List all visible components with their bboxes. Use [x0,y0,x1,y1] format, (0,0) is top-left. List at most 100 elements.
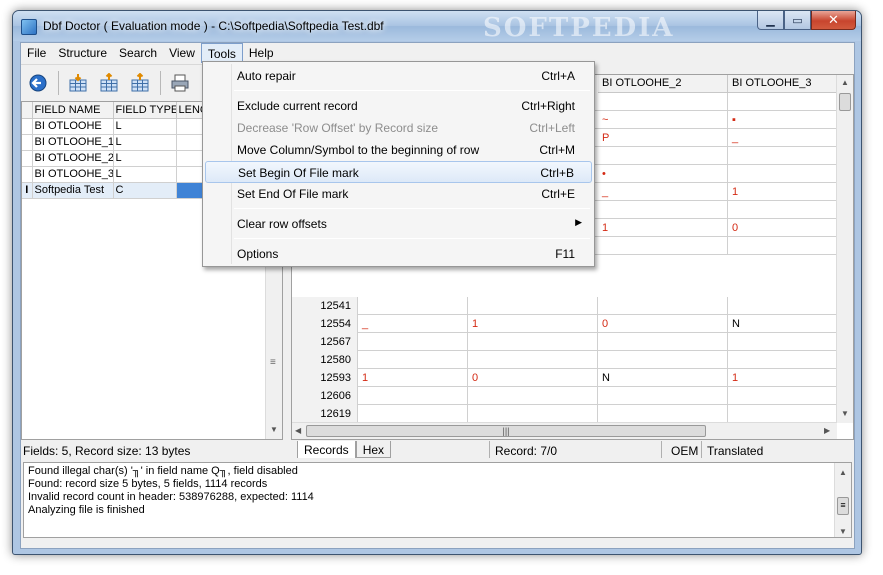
grid-header-col4[interactable]: BI OTLOOHE_3 [728,75,837,93]
grid-cell[interactable] [728,405,837,423]
table-row[interactable]: 12580 [292,351,837,369]
scroll-right-icon[interactable]: ▶ [824,426,830,435]
scroll-down-icon[interactable]: ▼ [270,425,278,434]
table-row[interactable]: 12541 [292,297,837,315]
grid-cell[interactable] [598,387,728,405]
field-name-cell[interactable]: BI OTLOOHE_1 [32,134,114,151]
grid-cell[interactable] [598,333,728,351]
grid-cell[interactable] [728,237,837,255]
menu-item-decrease-row-offset[interactable]: Decrease 'Row Offset' by Record size Ctr… [205,117,592,139]
menu-item-clear-row-offsets[interactable]: Clear row offsets ▶ [205,213,592,235]
log-scroll-thumb[interactable]: ≡ [837,497,849,515]
grid-cell[interactable] [358,351,468,369]
table-row[interactable]: 12593 1 0 N 1 [292,369,837,387]
menu-item-auto-repair[interactable]: Auto repair Ctrl+A [205,65,592,87]
grid-cell[interactable] [728,333,837,351]
menu-item-exclude-record[interactable]: Exclude current record Ctrl+Right [205,95,592,117]
grid-scroll-thumb[interactable] [839,93,851,111]
print-button[interactable] [167,70,193,96]
table-row[interactable]: 12554 _ 1 0 N [292,315,837,333]
grid-cell[interactable]: N [728,315,837,333]
scroll-left-icon[interactable]: ◀ [295,426,301,435]
grid-cell[interactable]: P [598,129,728,147]
field-type-cell[interactable]: L [113,166,177,183]
log-scrollbar[interactable]: ▲ ≡ ▼ [834,463,851,537]
field-type-cell[interactable]: C [113,182,177,199]
tab-hex[interactable]: Hex [355,441,392,458]
add-field-button[interactable] [96,70,122,96]
grid-cell[interactable] [728,201,837,219]
grid-cell[interactable] [598,351,728,369]
scroll-up-icon[interactable]: ▲ [839,466,847,479]
grid-cell[interactable] [728,147,837,165]
grid-cell[interactable]: ~ [598,111,728,129]
menu-file[interactable]: File [21,43,52,63]
close-button[interactable]: ✕ [811,11,856,30]
grid-cell[interactable] [598,297,728,315]
grid-hscroll-thumb[interactable]: ||| [306,425,706,437]
grid-cell[interactable] [728,93,837,111]
grid-cell[interactable]: 1 [728,369,837,387]
grid-cell[interactable]: _ [598,183,728,201]
grid-cell[interactable] [728,165,837,183]
table-row[interactable]: 12567 [292,333,837,351]
grid-cell[interactable] [358,297,468,315]
menu-view[interactable]: View [163,43,201,63]
grid-cell[interactable] [598,237,728,255]
grid-cell[interactable]: ▪ [728,111,837,129]
grid-cell[interactable] [358,405,468,423]
grid-cell[interactable]: _ [728,129,837,147]
tab-records[interactable]: Records [297,441,356,458]
menu-structure[interactable]: Structure [52,43,113,63]
insert-field-button[interactable] [65,70,91,96]
grid-cell[interactable] [468,297,598,315]
minimize-button[interactable]: ▁ [757,11,784,30]
field-name-cell[interactable]: BI OTLOOHE [32,118,114,135]
maximize-button[interactable]: ▭ [784,11,811,30]
grid-cell[interactable]: • [598,165,728,183]
grid-cell[interactable] [468,405,598,423]
scroll-up-icon[interactable]: ▲ [841,78,849,87]
menu-item-options[interactable]: Options F11 [205,243,592,265]
grid-cell[interactable]: N [598,369,728,387]
grid-cell[interactable]: 0 [728,219,837,237]
move-field-button[interactable] [127,70,153,96]
field-type-cell[interactable]: L [113,150,177,167]
grid-cell[interactable] [728,351,837,369]
scroll-down-icon[interactable]: ▼ [841,409,849,418]
grid-cell[interactable] [358,387,468,405]
grid-cell[interactable] [468,351,598,369]
field-name-cell[interactable]: Softpedia Test [32,182,114,199]
menu-item-set-begin-mark[interactable]: Set Begin Of File mark Ctrl+B [205,161,592,183]
header-field-name[interactable]: FIELD NAME [32,102,114,119]
grid-cell[interactable]: 0 [598,315,728,333]
grid-cell[interactable] [598,201,728,219]
header-field-type[interactable]: FIELD TYPE [113,102,177,119]
scroll-down-icon[interactable]: ▼ [839,525,847,538]
grid-cell[interactable]: 1 [468,315,598,333]
menu-help[interactable]: Help [243,43,280,63]
menu-item-set-end-mark[interactable]: Set End Of File mark Ctrl+E [205,183,592,205]
table-row[interactable]: 12619 [292,405,837,423]
field-name-cell[interactable]: BI OTLOOHE_3 [32,166,114,183]
grid-cell[interactable] [598,93,728,111]
menu-tools[interactable]: Tools [200,43,243,63]
field-name-cell[interactable]: BI OTLOOHE_2 [32,150,114,167]
grid-cell[interactable]: 1 [728,183,837,201]
menu-search[interactable]: Search [113,43,163,63]
grid-header-col3[interactable]: BI OTLOOHE_2 [598,75,728,93]
grid-cell[interactable] [728,297,837,315]
title-bar[interactable]: Dbf Doctor ( Evaluation mode ) - C:\Soft… [13,11,861,43]
grid-cell[interactable] [598,405,728,423]
table-row[interactable]: 12606 [292,387,837,405]
grid-vertical-scrollbar[interactable]: ▲ ▼ [836,75,853,423]
grid-cell[interactable]: 1 [358,369,468,387]
grid-horizontal-scrollbar[interactable]: ◀ ||| ▶ [292,422,837,439]
grid-cell[interactable]: 0 [468,369,598,387]
grid-cell[interactable]: _ [358,315,468,333]
field-type-cell[interactable]: L [113,118,177,135]
menu-item-move-column[interactable]: Move Column/Symbol to the beginning of r… [205,139,592,161]
field-type-cell[interactable]: L [113,134,177,151]
grid-cell[interactable] [468,333,598,351]
back-button[interactable] [25,70,51,96]
